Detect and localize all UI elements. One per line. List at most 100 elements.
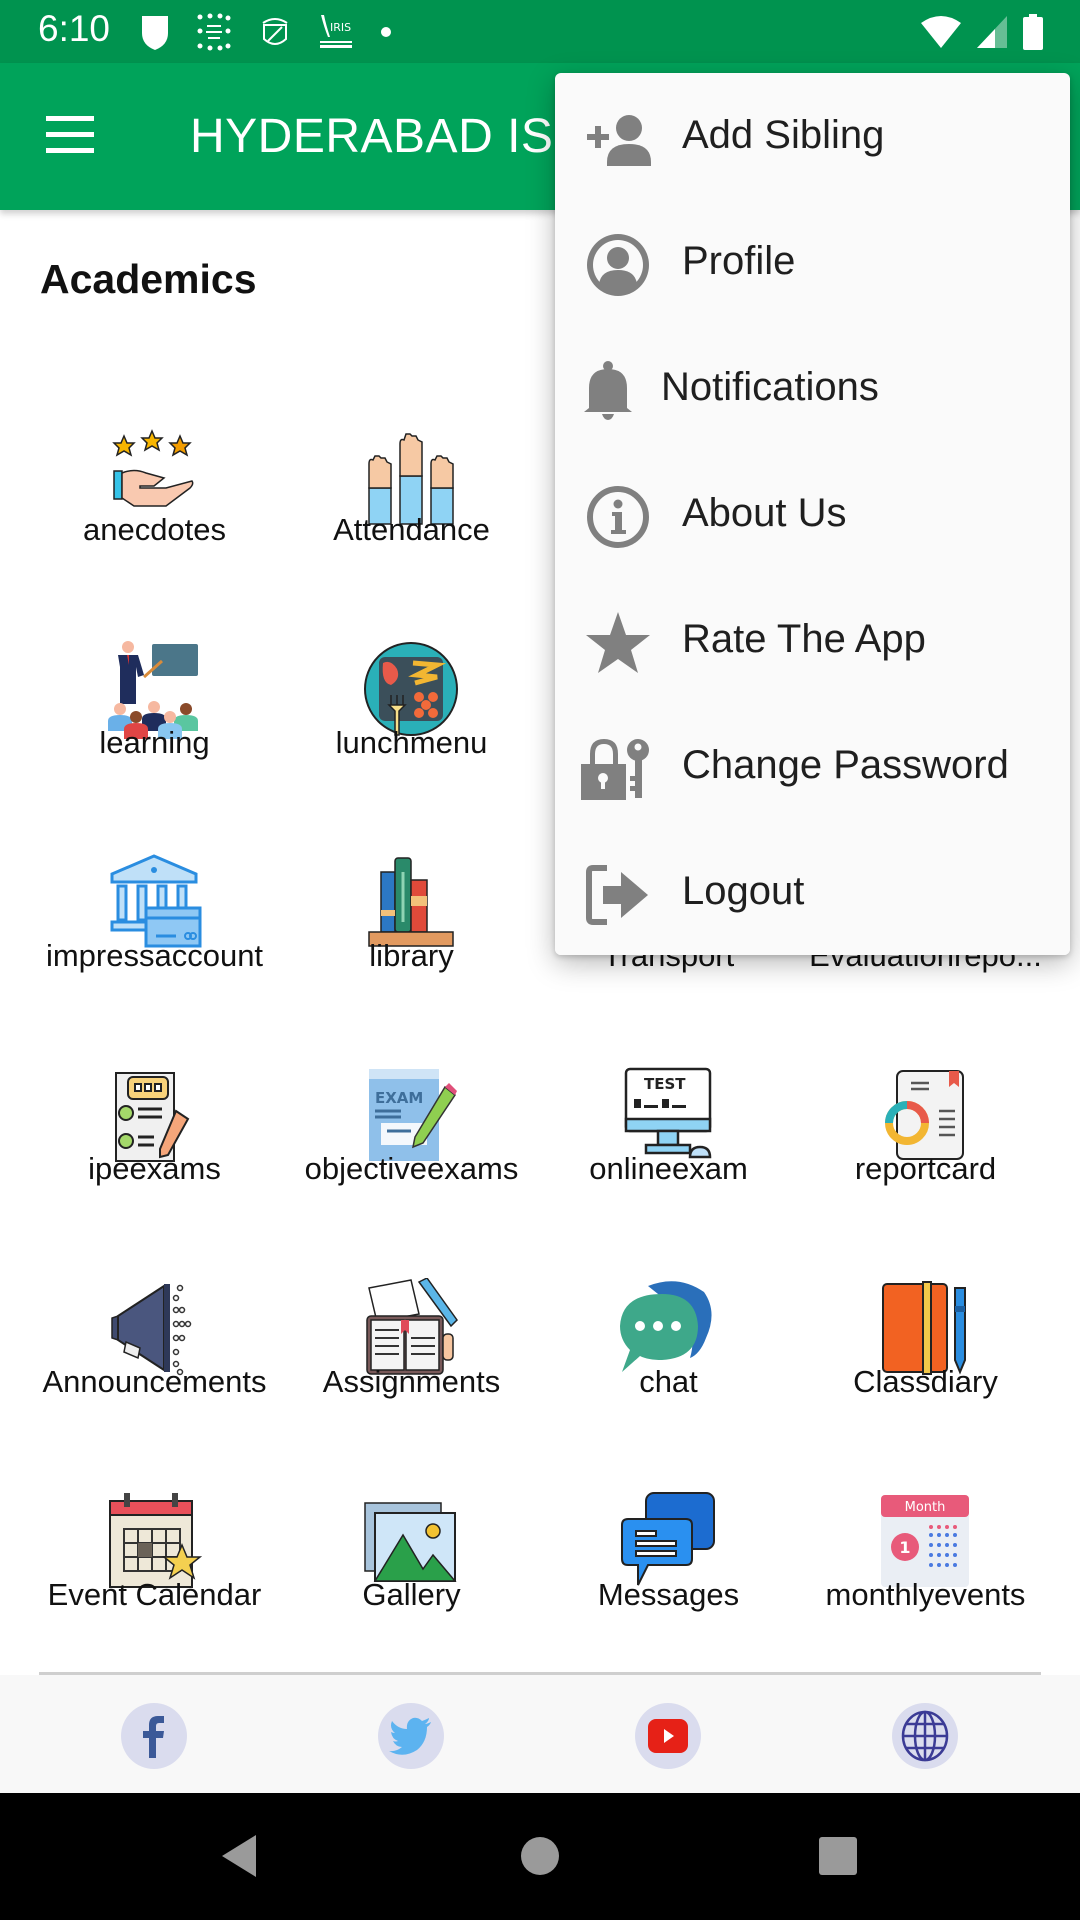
overflow-popup-menu: Add Sibling Profile Notifications About … xyxy=(555,73,1070,955)
tile-onlineexam[interactable]: TEST onlineexam xyxy=(540,955,797,1186)
svg-text:EXAM: EXAM xyxy=(375,1089,423,1107)
menu-item-rate-the-app[interactable]: Rate The App xyxy=(555,577,1070,703)
svg-text:Month: Month xyxy=(905,1500,946,1515)
hamburger-line xyxy=(46,132,94,137)
globe-icon xyxy=(901,1710,949,1762)
logout-icon xyxy=(586,865,648,925)
calendar-star-icon xyxy=(104,1491,204,1591)
tile-assignments[interactable]: Assignments xyxy=(283,1168,540,1399)
tile-learning[interactable]: learning xyxy=(26,529,283,760)
svg-text:IRIS: IRIS xyxy=(330,21,351,34)
youtube-button[interactable] xyxy=(635,1703,701,1769)
tile-impressaccount[interactable]: impressaccount xyxy=(26,742,283,973)
battery-icon xyxy=(1023,14,1043,50)
lunch-tray-icon xyxy=(361,639,461,739)
bell-icon xyxy=(584,361,632,420)
website-button[interactable] xyxy=(892,1703,958,1769)
tile-ipeexams[interactable]: ipeexams xyxy=(26,955,283,1186)
menu-item-label: About Us xyxy=(682,491,847,535)
status-time: 6:10 xyxy=(38,8,111,49)
school-logo-icon xyxy=(197,13,231,51)
svg-text:TEST: TEST xyxy=(644,1075,686,1093)
app-title: HYDERABAD IS xyxy=(190,110,554,163)
exam-checklist-icon xyxy=(104,1065,204,1165)
tile-partial[interactable] xyxy=(540,1594,797,1673)
info-icon xyxy=(587,486,649,548)
star-icon xyxy=(586,612,650,673)
month-calendar-icon: Month 1 xyxy=(875,1491,975,1591)
gallery-image-icon xyxy=(361,1491,461,1591)
back-button[interactable] xyxy=(210,1831,270,1881)
home-icon xyxy=(521,1837,559,1875)
notification-icons: IRIS xyxy=(140,12,392,52)
lock-key-icon xyxy=(581,739,649,800)
hamburger-line xyxy=(46,148,94,153)
add-person-icon xyxy=(587,115,651,166)
book-pencil-icon xyxy=(361,1277,461,1378)
twitter-button[interactable] xyxy=(378,1703,444,1769)
tile-label: monthlyevents xyxy=(825,1577,1026,1612)
iris-school-logo-icon: IRIS xyxy=(320,15,352,48)
menu-item-label: Rate The App xyxy=(682,617,926,661)
menu-item-notifications[interactable]: Notifications xyxy=(555,325,1070,451)
raised-hands-icon xyxy=(361,426,461,526)
back-icon xyxy=(222,1835,256,1877)
tile-library[interactable]: library xyxy=(283,742,540,973)
megaphone-icon xyxy=(104,1278,204,1378)
tile-event-calendar[interactable]: Event Calendar xyxy=(26,1381,283,1612)
menu-item-add-sibling[interactable]: Add Sibling xyxy=(555,73,1070,199)
tile-classdiary[interactable]: Classdiary xyxy=(797,1168,1054,1399)
tile-gallery[interactable]: Gallery xyxy=(283,1381,540,1612)
system-nav-bar xyxy=(0,1793,1080,1920)
menu-item-profile[interactable]: Profile xyxy=(555,199,1070,325)
school-crest-icon xyxy=(262,18,288,45)
recents-icon xyxy=(819,1837,857,1875)
profile-circle-icon xyxy=(587,234,649,296)
tile-chat[interactable]: chat xyxy=(540,1168,797,1399)
hamburger-menu-button[interactable] xyxy=(44,113,98,157)
social-bar xyxy=(0,1675,1080,1793)
home-button[interactable] xyxy=(510,1831,570,1881)
computer-test-icon: TEST xyxy=(618,1065,718,1165)
facebook-button[interactable] xyxy=(121,1703,187,1769)
hand-stars-icon xyxy=(104,426,204,526)
status-bar: 6:10 IRIS xyxy=(0,0,1080,63)
bank-card-icon xyxy=(104,852,204,952)
menu-item-label: Notifications xyxy=(661,365,879,409)
tile-partial[interactable] xyxy=(26,1594,283,1673)
facebook-icon xyxy=(143,1716,164,1758)
hamburger-menu-icon xyxy=(46,116,94,121)
recents-button[interactable] xyxy=(808,1831,868,1881)
system-icons xyxy=(920,12,1044,52)
dot-icon xyxy=(381,27,391,37)
teacher-class-icon xyxy=(104,639,204,739)
menu-item-label: Add Sibling xyxy=(682,113,885,157)
menu-item-label: Logout xyxy=(682,869,805,913)
menu-item-logout[interactable]: Logout xyxy=(555,829,1070,955)
report-chart-icon xyxy=(875,1065,975,1165)
youtube-icon xyxy=(648,1719,688,1753)
wifi-icon xyxy=(921,16,961,48)
svg-text:1: 1 xyxy=(899,1538,910,1557)
diary-notebook-icon xyxy=(875,1278,975,1378)
menu-item-label: Profile xyxy=(682,239,796,283)
tile-lunchmenu[interactable]: lunchmenu xyxy=(283,529,540,760)
menu-item-label: Change Password xyxy=(682,743,1009,787)
message-bubbles-icon xyxy=(618,1491,718,1591)
cellular-signal-icon xyxy=(977,16,1007,48)
tile-objectiveexams[interactable]: EXAM objectiveexams xyxy=(283,955,540,1186)
twitter-icon xyxy=(389,1717,431,1755)
menu-item-about-us[interactable]: About Us xyxy=(555,451,1070,577)
menu-item-change-password[interactable]: Change Password xyxy=(555,703,1070,829)
tile-announcements[interactable]: Announcements xyxy=(26,1168,283,1399)
chat-bubbles-icon xyxy=(618,1278,718,1378)
tile-monthlyevents[interactable]: Month 1 monthlyevents xyxy=(797,1381,1054,1612)
tile-anecdotes[interactable]: anecdotes xyxy=(26,316,283,547)
books-icon xyxy=(361,852,461,952)
tile-reportcard[interactable]: reportcard xyxy=(797,955,1054,1186)
shield-icon xyxy=(142,16,168,50)
tile-partial[interactable] xyxy=(283,1594,540,1673)
tile-messages[interactable]: Messages xyxy=(540,1381,797,1612)
exam-paper-pencil-icon: EXAM xyxy=(361,1065,461,1165)
tile-attendance[interactable]: Attendance xyxy=(283,316,540,547)
